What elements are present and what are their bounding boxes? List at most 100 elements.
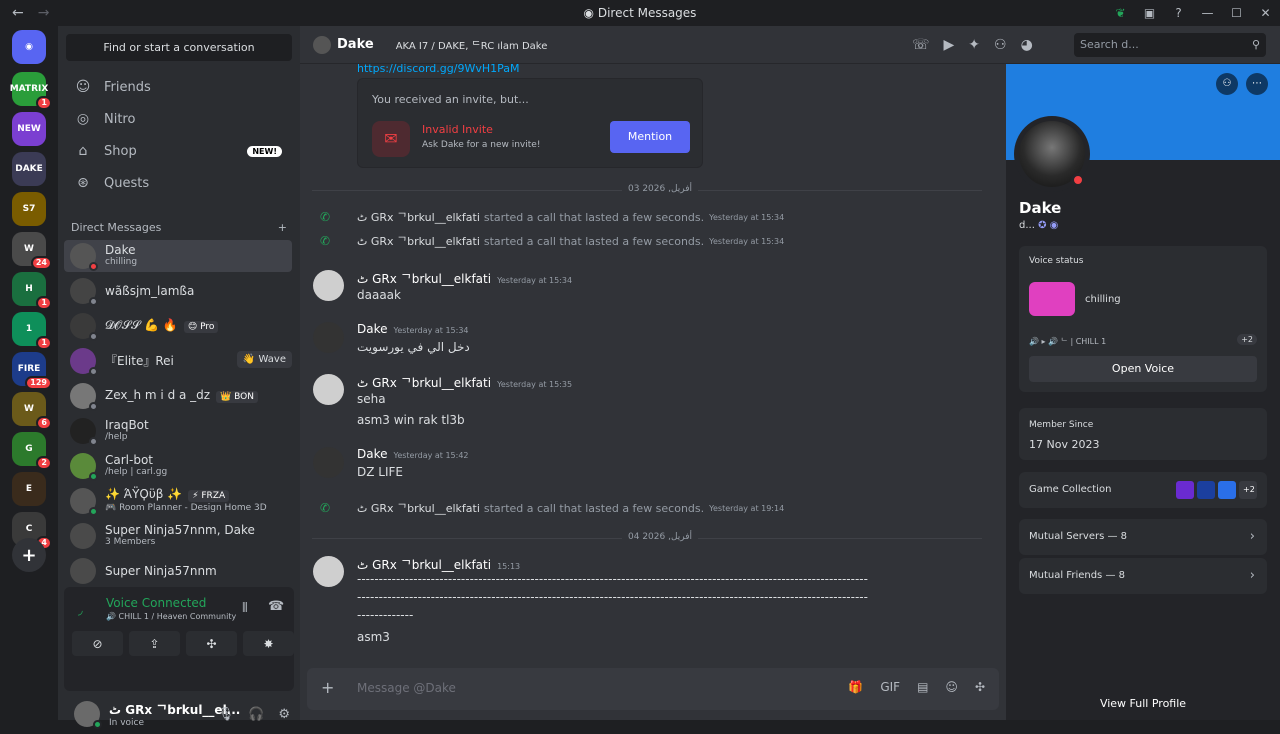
voice-participants-more: +2 xyxy=(1237,334,1257,345)
search-input[interactable]: Search d... ⚲ xyxy=(1074,33,1266,57)
title-bar: ← → ◉ Direct Messages ❦ ▣ ? — ☐ ✕ xyxy=(0,0,1280,26)
server-icon[interactable]: W 24 xyxy=(12,232,52,270)
message-avatar[interactable] xyxy=(313,322,344,353)
add-friends-to-dm-icon[interactable]: ⚇ xyxy=(994,37,1007,53)
nav-quests[interactable]: ⊛ Quests xyxy=(66,168,292,198)
status-dot xyxy=(89,472,98,481)
microphone-icon[interactable]: 🎙 xyxy=(218,707,235,722)
voice-call-icon[interactable]: ☏ xyxy=(912,37,930,53)
add-server-button[interactable]: + xyxy=(12,538,46,572)
open-voice-button[interactable]: Open Voice xyxy=(1029,356,1257,382)
dm-avatar xyxy=(70,348,98,376)
message-avatar[interactable] xyxy=(313,556,344,587)
user-avatar[interactable] xyxy=(74,701,102,729)
dm-item[interactable]: IraqBot/help xyxy=(64,415,292,447)
dm-item[interactable]: Dake chilling xyxy=(64,240,292,272)
call-user[interactable]: ٹ GRx ᄀbrkul__elkfati xyxy=(357,209,480,225)
server-icon[interactable]: NEW xyxy=(12,112,46,146)
dm-subtitle: /help xyxy=(105,432,128,442)
gift-icon[interactable]: 🎁 xyxy=(848,680,863,694)
mutual-friends-row[interactable]: Mutual Friends — 8 › xyxy=(1019,558,1267,594)
disconnect-icon[interactable]: ☎ xyxy=(268,599,284,614)
settings-gear-icon[interactable]: ⚙ xyxy=(278,707,290,722)
activities-button[interactable]: ✣ xyxy=(186,631,237,656)
message-author[interactable]: ٹ GRx ᄀbrkul__elkfati xyxy=(357,272,491,286)
emoji-icon[interactable]: ☺ xyxy=(945,680,958,694)
screen-share-button[interactable]: ⇪ xyxy=(129,631,180,656)
dm-item[interactable]: 𝓓𝓞𝓢𝓢 💪 🔥 😊 Pro xyxy=(64,310,292,342)
server-icon[interactable]: G2 xyxy=(12,432,52,470)
server-icon[interactable]: W6 xyxy=(12,392,52,430)
nav-friends[interactable]: ☺ Friends xyxy=(66,72,292,102)
user-profile-icon[interactable]: ◕ xyxy=(1021,37,1033,53)
add-friend-icon[interactable]: ⚇ xyxy=(1216,73,1238,95)
window-title: ◉ Direct Messages xyxy=(0,6,1280,20)
message-avatar[interactable] xyxy=(313,270,344,301)
message-author[interactable]: ٹ GRx ᄀbrkul__elkfati xyxy=(357,558,491,572)
phone-icon: ✆ xyxy=(320,501,331,515)
message-avatar[interactable] xyxy=(313,447,344,478)
find-conversation-button[interactable]: Find or start a conversation xyxy=(66,34,292,61)
voice-connected-label[interactable]: Voice Connected xyxy=(106,596,206,610)
video-call-icon[interactable]: ▶ xyxy=(944,37,955,53)
server-icon[interactable]: E xyxy=(12,472,46,506)
more-options-icon[interactable]: ⋯ xyxy=(1246,73,1268,95)
server-icon[interactable]: MATRIX 1 xyxy=(10,72,52,110)
mention-button[interactable]: Mention xyxy=(610,121,690,153)
message-composer[interactable]: + Message @Dake 🎁 GIF ▤ ☺ ✣ xyxy=(307,668,999,710)
profile-avatar[interactable] xyxy=(1014,116,1090,192)
dm-item[interactable]: Super Ninja57nnm, Dake 3 Members xyxy=(64,520,292,552)
search-icon: ⚲ xyxy=(1251,38,1260,51)
dm-item[interactable]: Super Ninja57nnm xyxy=(64,555,292,587)
headphones-icon[interactable]: 🎧 xyxy=(248,707,264,722)
nav-nitro[interactable]: ◎ Nitro xyxy=(66,104,292,134)
mutual-servers-row[interactable]: Mutual Servers — 8 › xyxy=(1019,519,1267,555)
minimize-button[interactable]: — xyxy=(1193,6,1222,20)
apps-icon[interactable]: ✣ xyxy=(975,680,985,694)
call-user[interactable]: ٹ GRx ᄀbrkul__elkfati xyxy=(357,500,480,516)
dm-subtitle: 3 Members xyxy=(105,537,156,547)
forward-arrow-icon[interactable]: → xyxy=(38,5,50,21)
server-icon[interactable]: S7 xyxy=(12,192,46,226)
message-author[interactable]: Dake xyxy=(357,447,388,461)
voice-server-label[interactable]: 🔊 CHILL 1 / Heaven Community xyxy=(106,612,236,621)
dm-name: Carl-bot xyxy=(105,453,153,467)
nav-shop[interactable]: ⌂ Shop NEW! xyxy=(66,136,292,166)
message-input[interactable]: Message @Dake xyxy=(357,681,456,695)
game-collection-row[interactable]: Game Collection +2 xyxy=(1019,472,1267,508)
help-icon[interactable]: ? xyxy=(1164,6,1193,20)
dm-item[interactable]: Carl-bot/help | carl.gg xyxy=(64,450,292,482)
message-avatar[interactable] xyxy=(313,374,344,405)
server-icon[interactable]: H1 xyxy=(12,272,52,310)
close-button[interactable]: ✕ xyxy=(1251,6,1280,20)
chat-header-name[interactable]: Dake xyxy=(337,37,374,52)
maximize-button[interactable]: ☐ xyxy=(1222,6,1251,20)
server-icon[interactable]: DAKE xyxy=(12,152,46,186)
dm-item[interactable]: ✨ ΆΫϘϋβ ✨ ⚡ FRZA 🎮 Room Planner - Design H… xyxy=(64,485,292,517)
noise-suppression-icon[interactable]: ⦀ xyxy=(242,601,248,616)
view-full-profile-button[interactable]: View Full Profile xyxy=(1006,697,1280,710)
dm-item[interactable]: wãßsjm_lamßa xyxy=(64,275,292,307)
screen-record-icon[interactable]: ▣ xyxy=(1135,6,1164,20)
message-author[interactable]: Dake xyxy=(357,322,388,336)
back-arrow-icon[interactable]: ← xyxy=(12,5,24,21)
sticker-icon[interactable]: ▤ xyxy=(917,680,928,694)
voice-server[interactable]: 🔊 ▸ 🔊 ᄂ | CHILL 1 xyxy=(1029,336,1106,347)
pinned-messages-icon[interactable]: ✦ xyxy=(968,37,980,53)
nav-label: Shop xyxy=(104,143,137,159)
create-dm-icon[interactable]: + xyxy=(278,221,287,234)
wave-button[interactable]: 👋 Wave xyxy=(236,351,292,368)
call-user[interactable]: ٹ GRx ᄀbrkul__elkfati xyxy=(357,233,480,249)
camera-off-button[interactable]: ⊘ xyxy=(72,631,123,656)
soundboard-button[interactable]: ✸ xyxy=(243,631,294,656)
voice-panel: ◞ Voice Connected 🔊 CHILL 1 / Heaven Com… xyxy=(64,587,294,691)
dm-subtitle: /help | carl.gg xyxy=(105,467,168,477)
message-author[interactable]: ٹ GRx ᄀbrkul__elkfati xyxy=(357,376,491,390)
gif-icon[interactable]: GIF xyxy=(880,680,900,694)
server-icon[interactable]: FIRE 129 xyxy=(12,352,52,390)
upload-plus-icon[interactable]: + xyxy=(321,678,334,697)
leaf-icon[interactable]: ❦ xyxy=(1106,6,1135,20)
server-icon[interactable]: 11 xyxy=(12,312,52,350)
home-button[interactable]: ◉ xyxy=(12,30,46,64)
dm-item[interactable]: Zex_h m i d a _dz 👑 BON xyxy=(64,380,292,412)
